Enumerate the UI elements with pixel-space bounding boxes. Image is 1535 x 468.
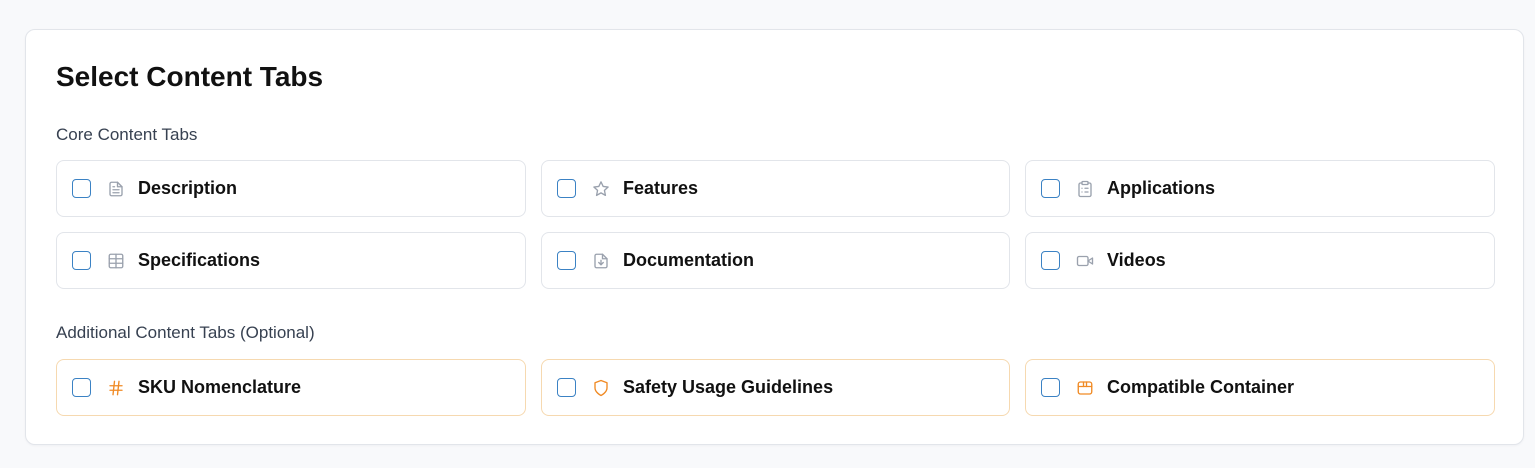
tab-option-compatible-container[interactable]: Compatible Container (1025, 359, 1495, 416)
core-tabs-grid: Description Features Applications Specif… (56, 160, 1495, 289)
features-checkbox[interactable] (557, 179, 576, 198)
table-icon (107, 252, 125, 270)
core-section-label: Core Content Tabs (56, 125, 198, 144)
tab-option-label: Safety Usage Guidelines (623, 377, 834, 397)
hash-icon (107, 379, 125, 397)
page-title: Select Content Tabs (56, 61, 324, 92)
tab-option-sku-nomenclature[interactable]: SKU Nomenclature (56, 359, 526, 416)
video-icon (1076, 252, 1094, 270)
content-tabs-card: Select Content Tabs Core Content Tabs De… (25, 29, 1524, 445)
specifications-checkbox[interactable] (72, 251, 91, 270)
tab-option-label: Description (138, 178, 238, 198)
tab-option-label: Compatible Container (1107, 377, 1295, 397)
tab-option-label: SKU Nomenclature (138, 377, 302, 397)
tab-option-features[interactable]: Features (541, 160, 1010, 217)
sku-nomenclature-checkbox[interactable] (72, 378, 91, 397)
tab-option-documentation[interactable]: Documentation (541, 232, 1010, 289)
tab-option-label: Features (623, 178, 699, 198)
clipboard-icon (1076, 180, 1094, 198)
tab-option-description[interactable]: Description (56, 160, 526, 217)
documentation-checkbox[interactable] (557, 251, 576, 270)
tab-option-specifications[interactable]: Specifications (56, 232, 526, 289)
container-icon (1076, 379, 1094, 397)
file-text-icon (107, 180, 125, 198)
tab-option-label: Applications (1107, 178, 1216, 198)
shield-icon (592, 379, 610, 397)
applications-checkbox[interactable] (1041, 179, 1060, 198)
tab-option-label: Videos (1107, 250, 1166, 270)
tab-option-label: Specifications (138, 250, 261, 270)
file-download-icon (592, 252, 610, 270)
tab-option-safety-usage-guidelines[interactable]: Safety Usage Guidelines (541, 359, 1010, 416)
compatible-container-checkbox[interactable] (1041, 378, 1060, 397)
tab-option-label: Documentation (623, 250, 755, 270)
additional-tabs-grid: SKU Nomenclature Safety Usage Guidelines (56, 359, 1495, 416)
description-checkbox[interactable] (72, 179, 91, 198)
tab-option-applications[interactable]: Applications (1025, 160, 1495, 217)
star-icon (592, 180, 610, 198)
additional-section-label: Additional Content Tabs (Optional) (56, 323, 315, 342)
tab-option-videos[interactable]: Videos (1025, 232, 1495, 289)
safety-usage-guidelines-checkbox[interactable] (557, 378, 576, 397)
videos-checkbox[interactable] (1041, 251, 1060, 270)
